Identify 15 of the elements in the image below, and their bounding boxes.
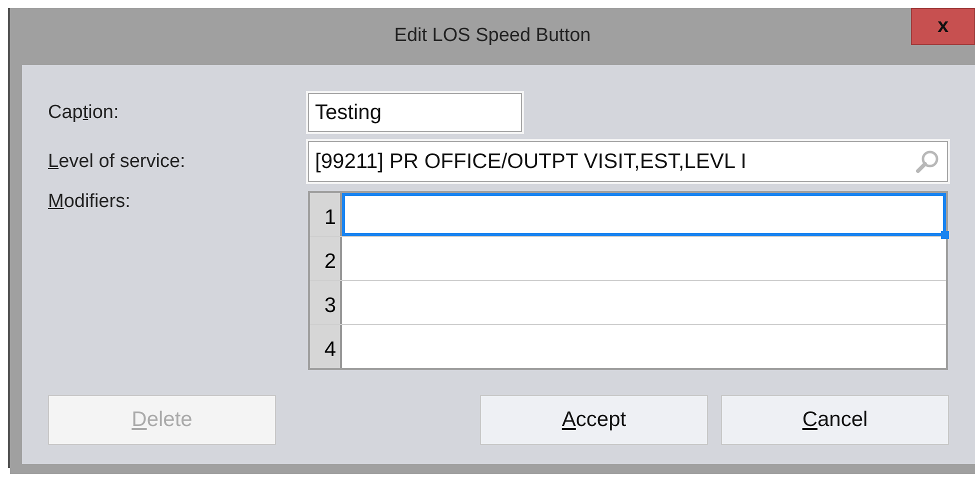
selected-cell[interactable] — [342, 193, 946, 236]
close-button[interactable]: x — [911, 8, 975, 45]
accept-button[interactable]: Accept — [480, 395, 708, 445]
field-label: Modifiers: — [48, 191, 132, 213]
row-number: 4 — [310, 325, 342, 368]
window-title: Edit LOS Speed Button — [394, 24, 591, 47]
service-field[interactable]: [99211] PR OFFICE/OUTPT VISIT,EST,LEVL I — [308, 141, 948, 182]
caption-field[interactable]: Testing — [308, 93, 522, 132]
row-number: 3 — [310, 281, 342, 324]
field-label: Level of service: — [48, 150, 186, 172]
row-number: 1 — [310, 193, 342, 236]
cancel-button[interactable]: Cancel — [721, 395, 949, 445]
field-label: Caption: — [48, 102, 120, 124]
row-number: 2 — [310, 237, 342, 280]
search-icon[interactable] — [915, 148, 941, 174]
